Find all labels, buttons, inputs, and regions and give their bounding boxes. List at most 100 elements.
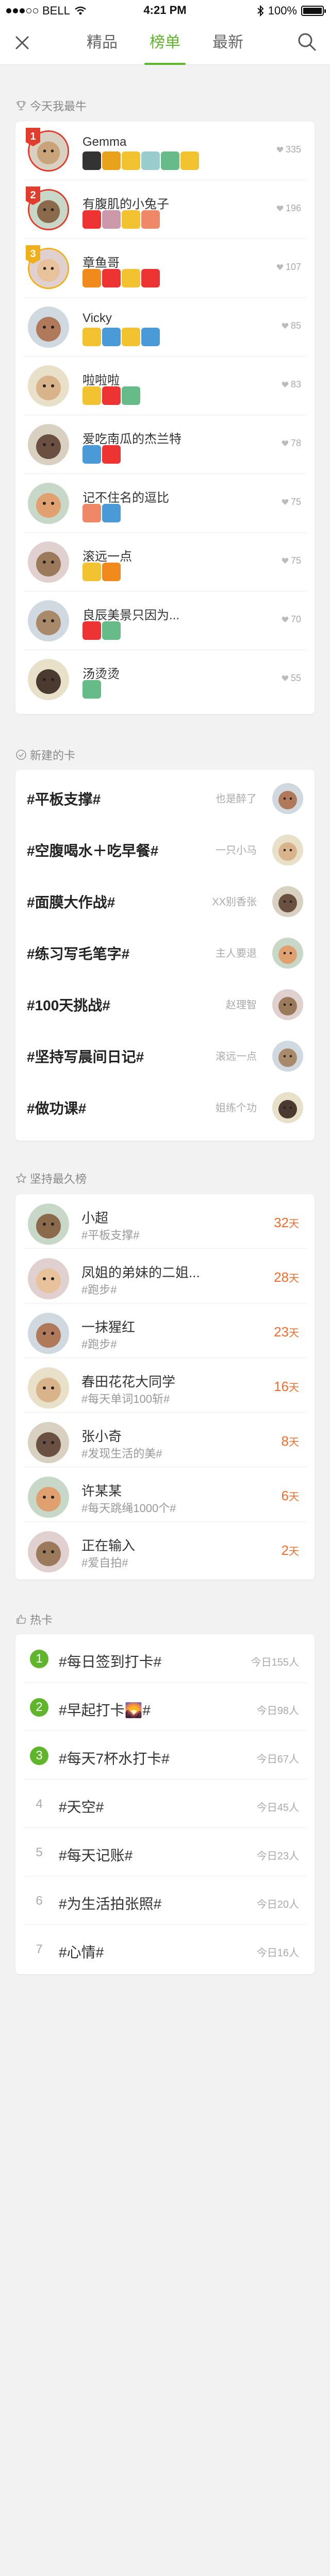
like-number: 107 xyxy=(285,262,301,272)
tab-latest[interactable]: 最新 xyxy=(202,21,254,65)
card-tag[interactable]: #跑步# xyxy=(81,1281,117,1297)
hot-card-row[interactable]: 3 #每天7杯水打卡# 今日67人 xyxy=(24,1731,306,1780)
user-name[interactable]: 张小奇 xyxy=(81,1426,122,1445)
card-title[interactable]: #平板支撑# xyxy=(27,788,101,809)
card-title[interactable]: #每天记账# xyxy=(59,1844,133,1865)
card-title[interactable]: #早起打卡🌄# xyxy=(59,1699,151,1720)
hot-card-row[interactable]: 4 #天空# 今日45人 xyxy=(24,1780,306,1828)
persistence-row[interactable]: 一抹猩红 #跑步# 23天 xyxy=(24,1303,306,1358)
user-name[interactable]: Vicky xyxy=(82,311,112,326)
hot-card-row[interactable]: 7 #心情# 今日16人 xyxy=(24,1925,306,1973)
user-name[interactable]: 凤姐的弟妹的二姐... xyxy=(81,1262,200,1281)
user-name[interactable]: 小超 xyxy=(81,1208,108,1227)
avatar[interactable] xyxy=(272,1092,303,1123)
user-name[interactable]: 啦啦啦 xyxy=(82,370,120,388)
new-card-row[interactable]: #坚持写晨间日记# 滚远一点 xyxy=(22,1027,308,1079)
new-card-row[interactable]: #空腹喝水＋吃早餐# 一只小马 xyxy=(22,821,308,873)
persistence-row[interactable]: 张小奇 #发现生活的美# 8天 xyxy=(24,1413,306,1467)
avatar[interactable] xyxy=(272,989,303,1020)
persistence-row[interactable]: 正在输入 #爱自拍# 2天 xyxy=(24,1522,306,1577)
avatar[interactable] xyxy=(28,1204,69,1245)
avatar[interactable] xyxy=(272,938,303,969)
avatar[interactable] xyxy=(28,1477,69,1518)
hot-card-row[interactable]: 6 #为生活拍张照# 今日20人 xyxy=(24,1876,306,1925)
ranking-row[interactable]: 滚远一点 75 xyxy=(24,533,306,591)
card-title[interactable]: #心情# xyxy=(59,1941,104,1962)
card-title[interactable]: #天空# xyxy=(59,1796,104,1817)
ranking-row[interactable]: 良辰美景只因为... 70 xyxy=(24,591,306,650)
avatar[interactable] xyxy=(272,783,303,814)
avatar[interactable] xyxy=(28,1313,69,1354)
user-name[interactable]: 滚远一点 xyxy=(82,546,132,564)
ranking-row[interactable]: 3 章鱼哥 107 xyxy=(24,239,306,298)
hot-card-row[interactable]: 5 #每天记账# 今日23人 xyxy=(24,1828,306,1876)
card-title[interactable]: #坚持写晨间日记# xyxy=(27,1046,144,1066)
card-tag[interactable]: #每天单词100斩# xyxy=(81,1390,170,1406)
user-name[interactable]: 许某某 xyxy=(81,1481,122,1500)
card-tag[interactable]: #发现生活的美# xyxy=(81,1445,162,1461)
persistence-row[interactable]: 春田花花大同学 #每天单词100斩# 16天 xyxy=(24,1358,306,1413)
card-title[interactable]: #每日签到打卡# xyxy=(59,1651,161,1671)
card-tag[interactable]: #爱自拍# xyxy=(81,1554,128,1570)
new-card-row[interactable]: #100天挑战# 赵理智 xyxy=(22,976,308,1027)
search-icon[interactable] xyxy=(296,31,318,53)
ranking-row[interactable]: 2 有腹肌的小兔子 196 xyxy=(24,180,306,239)
avatar[interactable] xyxy=(28,1531,69,1572)
persistence-row[interactable]: 许某某 #每天跳绳1000个# 6天 xyxy=(24,1467,306,1522)
card-title[interactable]: #做功课# xyxy=(27,1097,86,1118)
user-name[interactable]: 章鱼哥 xyxy=(82,252,120,270)
ranking-row[interactable]: 1 Gemma 335 xyxy=(24,122,306,180)
today-count: 今日45人 xyxy=(256,1802,299,1814)
card-title[interactable]: #为生活拍张照# xyxy=(59,1893,161,1913)
card-title[interactable]: #空腹喝水＋吃早餐# xyxy=(27,840,158,860)
user-name[interactable]: 有腹肌的小兔子 xyxy=(82,194,169,212)
card-tag[interactable]: #跑步# xyxy=(81,1335,117,1352)
avatar[interactable] xyxy=(28,365,69,406)
card-tag[interactable]: #平板支撑# xyxy=(81,1226,139,1243)
user-name[interactable]: 一抹猩红 xyxy=(81,1317,135,1336)
new-card-row[interactable]: #平板支撑# 也是醉了 xyxy=(22,770,308,821)
avatar[interactable] xyxy=(28,600,69,641)
ranking-row[interactable]: 记不住名的逗比 75 xyxy=(24,474,306,533)
user-name[interactable]: 正在输入 xyxy=(81,1535,135,1554)
avatar[interactable] xyxy=(28,483,69,524)
new-card-row[interactable]: #练习写毛笔字# 主人要退 xyxy=(22,924,308,976)
creator-name: 姐练个功 xyxy=(216,1103,257,1114)
tab-rankings[interactable]: 榜单 xyxy=(139,21,191,65)
close-icon[interactable] xyxy=(11,32,33,54)
new-card-row[interactable]: #做功课# 姐练个功 xyxy=(22,1079,308,1130)
user-name[interactable]: 记不住名的逗比 xyxy=(82,487,169,505)
persistence-row[interactable]: 小超 #平板支撑# 32天 xyxy=(24,1194,306,1249)
user-name[interactable]: 汤烫烫 xyxy=(82,664,120,682)
sticker-icon xyxy=(180,151,199,170)
new-card-row[interactable]: #面膜大作战# XX别香张 xyxy=(22,873,308,924)
user-name[interactable]: Gemma xyxy=(82,135,126,149)
avatar[interactable] xyxy=(28,1422,69,1463)
persistence-row[interactable]: 凤姐的弟妹的二姐... #跑步# 28天 xyxy=(24,1249,306,1303)
hot-card-row[interactable]: 2 #早起打卡🌄# 今日98人 xyxy=(24,1683,306,1731)
ranking-row[interactable]: 爱吃南瓜的杰兰特 78 xyxy=(24,415,306,474)
user-name[interactable]: 爱吃南瓜的杰兰特 xyxy=(82,429,182,447)
avatar[interactable] xyxy=(28,1258,69,1299)
card-tag[interactable]: #每天跳绳1000个# xyxy=(81,1499,176,1516)
tab-featured[interactable]: 精品 xyxy=(76,21,128,65)
avatar[interactable] xyxy=(28,1367,69,1409)
user-name[interactable]: 春田花花大同学 xyxy=(81,1371,175,1391)
avatar[interactable] xyxy=(28,424,69,465)
avatar[interactable] xyxy=(272,886,303,917)
card-title[interactable]: #100天挑战# xyxy=(27,994,110,1015)
user-name[interactable]: 良辰美景只因为... xyxy=(82,605,179,623)
ranking-row[interactable]: 汤烫烫 55 xyxy=(24,650,306,709)
heart-icon xyxy=(282,616,289,622)
ranking-row[interactable]: 啦啦啦 83 xyxy=(24,357,306,415)
card-title[interactable]: #面膜大作战# xyxy=(27,891,115,912)
ranking-row[interactable]: Vicky 85 xyxy=(24,298,306,357)
card-title[interactable]: #练习写毛笔字# xyxy=(27,943,129,963)
avatar[interactable] xyxy=(28,541,69,583)
hot-card-row[interactable]: 1 #每日签到打卡# 今日155人 xyxy=(24,1634,306,1683)
avatar[interactable] xyxy=(272,835,303,866)
avatar[interactable] xyxy=(28,659,69,700)
avatar[interactable] xyxy=(272,1041,303,1072)
avatar[interactable] xyxy=(28,307,69,348)
card-title[interactable]: #每天7杯水打卡# xyxy=(59,1748,170,1768)
